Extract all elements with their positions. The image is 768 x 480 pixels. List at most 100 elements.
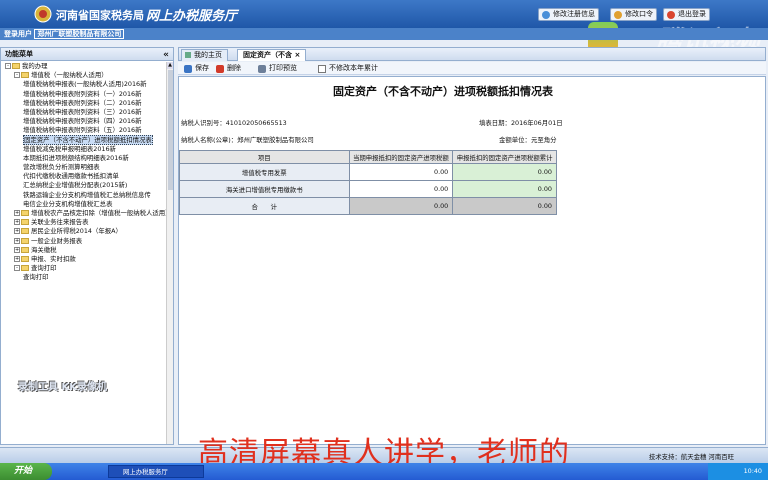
sidebar-item-label: 增值税（一般纳税人适用） bbox=[31, 71, 108, 80]
sidebar-item[interactable]: 营改增税负分析测算明细表 bbox=[1, 163, 167, 172]
sidebar-item[interactable]: 增值税纳税申报表附列资料（三）2016新 bbox=[1, 108, 167, 117]
sidebar-item-label: 固定资产（不含不动产）进项税额抵扣情况表 bbox=[23, 134, 153, 145]
close-icon[interactable]: × bbox=[294, 51, 300, 59]
folder-icon bbox=[12, 63, 20, 69]
taxpayer-id: 纳税人识别号：410102050665513 bbox=[181, 119, 287, 127]
sidebar-item[interactable]: - 增值税（一般纳税人适用） bbox=[1, 71, 167, 80]
sidebar-item[interactable]: 增值税纳税申报表附列资料（一）2016新 bbox=[1, 90, 167, 99]
current-amount-input[interactable]: 0.00 bbox=[348, 180, 454, 198]
info-icon bbox=[542, 11, 550, 19]
sidebar-item-label: 关联业务往来报告表 bbox=[31, 218, 89, 227]
taskbar-window-button[interactable]: 网上办税服务厅 bbox=[108, 465, 204, 478]
sidebar-item-label: 本期抵扣进项税额结构明细表2016新 bbox=[23, 153, 129, 162]
sidebar-item[interactable]: 增值税减免税申报明细表2016新 bbox=[1, 145, 167, 154]
print-icon bbox=[258, 65, 266, 73]
sidebar-item[interactable]: + 海关缴税 bbox=[1, 246, 167, 255]
expand-toggle-icon[interactable]: + bbox=[14, 228, 20, 235]
row-label: 增值税专用发票 bbox=[179, 163, 350, 181]
sidebar-item[interactable]: 本期抵扣进项税额结构明细表2016新 bbox=[1, 154, 167, 163]
sidebar-item-label: 增值税纳税申报表附列资料（五）2016新 bbox=[23, 126, 142, 135]
exit-icon bbox=[667, 11, 675, 19]
sidebar-item[interactable]: + 增值税农产品核定扣除（增值税一般纳税人适用） bbox=[1, 209, 167, 218]
sidebar-item[interactable]: 查询打印 bbox=[1, 273, 167, 282]
cumulative-amount-input[interactable]: 0.00 bbox=[452, 163, 557, 181]
expand-toggle-icon[interactable]: + bbox=[14, 210, 20, 216]
sidebar-item-label: 增值税纳税申报表附列资料（二）2016新 bbox=[23, 98, 142, 107]
form-document: 固定资产（不含不动产）进项税额抵扣情况表 纳税人识别号：410102050665… bbox=[178, 76, 766, 445]
sidebar-item-label: 查询打印 bbox=[31, 264, 57, 273]
collapse-toggle-icon[interactable]: - bbox=[14, 265, 20, 272]
checkbox-icon[interactable] bbox=[318, 65, 326, 73]
expand-toggle-icon[interactable]: + bbox=[14, 219, 20, 226]
folder-icon bbox=[21, 210, 29, 216]
sidebar-item[interactable]: 增值税纳税申报表(一般纳税人适用)2016新 bbox=[1, 80, 167, 89]
sidebar-item-label: 增值税纳税申报表附列资料（四）2016新 bbox=[23, 117, 142, 126]
row-label: 合 计 bbox=[179, 197, 350, 215]
menu-scrollbar[interactable]: ▲ bbox=[166, 62, 173, 444]
sidebar-item[interactable]: 铁路运输企业分支机构增值税汇总纳税信息传 bbox=[1, 191, 167, 200]
sidebar-item-label: 代扣代缴税收通用缴款书抵扣清单 bbox=[23, 172, 119, 181]
table-header: 项目 当期申报抵扣的固定资产进项税额 申报抵扣的固定资产进项税额累计 bbox=[179, 150, 557, 164]
sidebar-item[interactable]: 固定资产（不含不动产）进项税额抵扣情况表 bbox=[1, 134, 167, 145]
edit-registration-button[interactable]: 修改注册信息 bbox=[538, 8, 599, 21]
delete-icon bbox=[216, 65, 224, 73]
sidebar-item[interactable]: - 查询打印 bbox=[1, 264, 167, 273]
sidebar-item[interactable]: + 关联业务往来报告表 bbox=[1, 218, 167, 227]
sidebar-item[interactable]: - 我的办理 bbox=[1, 62, 167, 71]
sidebar-item-label: 查询打印 bbox=[23, 273, 49, 282]
sidebar-item[interactable]: 汇总纳税企业增值税分配表(2015新) bbox=[1, 181, 167, 190]
scroll-up-icon[interactable]: ▲ bbox=[167, 62, 173, 69]
taxpayer-name: 纳税人名称(公章)：郑州广联塑胶制品有限公司 bbox=[181, 136, 314, 144]
expand-toggle-icon[interactable]: + bbox=[14, 255, 20, 262]
tab-fixed-assets[interactable]: 固定资产（不含 × bbox=[237, 49, 307, 61]
folder-icon bbox=[21, 246, 29, 253]
header-subtitle: 网上办税服务厅 bbox=[146, 9, 238, 24]
delete-button[interactable]: 删除 bbox=[216, 64, 241, 74]
sidebar-item[interactable]: + 申报、实时扣款 bbox=[1, 255, 167, 264]
sidebar-item-label: 增值税纳税申报表附列资料（三）2016新 bbox=[23, 107, 142, 116]
sidebar-item-label: 居民企业所得税2014（年报A） bbox=[31, 227, 122, 236]
tax-table: 项目 当期申报抵扣的固定资产进项税额 申报抵扣的固定资产进项税额累计 增值税专用… bbox=[179, 150, 557, 215]
tab-bar: 我的主页 固定资产（不含 × bbox=[178, 47, 766, 61]
folder-icon bbox=[21, 237, 29, 244]
sidebar-item[interactable]: + 居民企业所得税2014（年报A） bbox=[1, 227, 167, 236]
folder-icon bbox=[21, 228, 29, 235]
table-row: 增值税专用发票 0.00 0.00 bbox=[179, 163, 557, 181]
sidebar-item[interactable]: 电信企业分支机构增值税汇总表 bbox=[1, 200, 167, 209]
start-button[interactable]: 开始 bbox=[0, 463, 52, 480]
table-row-total: 合 计 0.00 0.00 bbox=[179, 197, 557, 215]
recorder-watermark: 录制工具 KK录像机 bbox=[18, 382, 107, 393]
sidebar-item[interactable]: 增值税纳税申报表附列资料（四）2016新 bbox=[1, 117, 167, 126]
collapse-icon[interactable]: « bbox=[163, 49, 169, 61]
sidebar-item-label: 一般企业财务报表 bbox=[31, 236, 83, 245]
print-preview-button[interactable]: 打印预览 bbox=[258, 64, 297, 74]
panel-title: 功能菜单 « bbox=[1, 48, 173, 61]
current-amount-input[interactable]: 0.00 bbox=[348, 163, 454, 181]
tab-home[interactable]: 我的主页 bbox=[181, 49, 228, 61]
table-row: 海关进口增值税专用缴款书 0.00 0.00 bbox=[179, 180, 557, 198]
scroll-thumb[interactable] bbox=[168, 70, 173, 190]
folder-icon bbox=[21, 255, 29, 262]
expand-toggle-icon[interactable]: + bbox=[14, 246, 20, 253]
sidebar-item[interactable]: + 一般企业财务报表 bbox=[1, 237, 167, 246]
collapse-toggle-icon[interactable]: - bbox=[5, 63, 11, 69]
form-toolbar: 保存 删除 打印预览 不修改本年累计 bbox=[178, 62, 766, 75]
sidebar-item-label: 我的办理 bbox=[22, 62, 48, 70]
total-current-value: 0.00 bbox=[348, 197, 454, 215]
amount-unit: 金额单位：元至角分 bbox=[499, 136, 557, 144]
expand-toggle-icon[interactable]: + bbox=[14, 237, 20, 244]
cumulative-amount-input[interactable]: 0.00 bbox=[452, 180, 557, 198]
save-button[interactable]: 保存 bbox=[184, 64, 209, 74]
clock: 10:40 bbox=[708, 463, 768, 480]
sidebar-item-label: 营改增税负分析测算明细表 bbox=[23, 163, 100, 172]
sidebar-item[interactable]: 增值税纳税申报表附列资料（二）2016新 bbox=[1, 99, 167, 108]
collapse-toggle-icon[interactable]: - bbox=[14, 72, 20, 79]
column-header: 项目 bbox=[179, 150, 350, 164]
tax-emblem-icon bbox=[34, 5, 52, 23]
change-password-button[interactable]: 修改口令 bbox=[610, 8, 657, 21]
no-modify-checkbox[interactable]: 不修改本年累计 bbox=[318, 64, 378, 74]
sidebar-item-label: 汇总纳税企业增值税分配表(2015新) bbox=[23, 181, 128, 190]
folder-icon bbox=[21, 219, 29, 226]
user-bar: 登录用户 郑州广联塑胶制品有限公司 bbox=[0, 28, 768, 40]
folder-icon bbox=[21, 265, 29, 272]
